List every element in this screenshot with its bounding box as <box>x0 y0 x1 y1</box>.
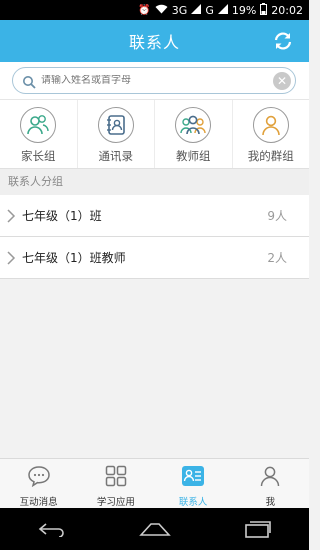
apps-grid-icon <box>105 465 127 491</box>
tab-label: 学习应用 <box>96 497 135 508</box>
person-icon <box>259 465 281 491</box>
parents-group-icon <box>20 107 57 143</box>
list-item[interactable]: 七年级（1）班教师 2人 <box>0 237 309 279</box>
tab-label: 联系人 <box>178 497 208 508</box>
group-name: 七年级（1）班 <box>22 209 102 223</box>
title-bar: 联系人 <box>0 20 309 62</box>
tab-apps[interactable]: 学习应用 <box>77 459 154 508</box>
category-bar: 家长组 通讯录 教师组 我的群组 <box>0 99 309 169</box>
battery-percent: 19% <box>231 3 257 17</box>
clear-icon[interactable]: ✕ <box>273 72 291 90</box>
alarm-icon: ⏰ <box>138 4 151 16</box>
chevron-right-icon <box>6 250 16 266</box>
signal-bars-icon <box>191 3 202 17</box>
bottom-tab-bar: 互动消息 学习应用 联系人 我 <box>0 458 309 508</box>
category-label: 教师组 <box>176 149 211 163</box>
tab-me[interactable]: 我 <box>232 459 309 508</box>
section-header: 联系人分组 <box>0 169 309 195</box>
refresh-icon[interactable] <box>271 29 295 53</box>
signal-g-label: G <box>205 3 214 17</box>
signal-3g-label: 3G <box>171 3 188 17</box>
signal-bars-icon-2 <box>217 3 228 17</box>
wifi-icon <box>155 4 168 17</box>
teachers-group-icon <box>175 107 212 143</box>
back-icon[interactable] <box>32 517 72 541</box>
home-icon[interactable] <box>135 517 175 541</box>
tab-label: 我 <box>265 497 276 508</box>
chevron-right-icon <box>6 208 16 224</box>
system-nav-bar <box>0 508 309 550</box>
category-label: 我的群组 <box>247 149 294 163</box>
page-title: 联系人 <box>128 33 180 52</box>
search-area: ✕ <box>0 62 309 99</box>
tab-messages[interactable]: 互动消息 <box>0 459 77 508</box>
category-label: 通讯录 <box>98 149 134 163</box>
recent-apps-icon[interactable] <box>238 517 278 541</box>
my-group-icon <box>252 107 289 143</box>
group-count: 2人 <box>267 251 287 265</box>
status-bar: ⏰ 3G G 19% 20:02 <box>0 0 309 20</box>
category-label: 家长组 <box>21 149 56 163</box>
category-address-book[interactable]: 通讯录 <box>78 100 155 168</box>
search-input[interactable] <box>41 75 261 86</box>
tab-label: 互动消息 <box>19 497 58 508</box>
search-box[interactable]: ✕ <box>12 67 296 94</box>
contact-card-icon <box>181 465 205 491</box>
clock: 20:02 <box>271 3 303 17</box>
category-teachers[interactable]: 教师组 <box>155 100 233 168</box>
battery-icon <box>260 2 268 18</box>
chat-bubble-icon <box>27 465 51 491</box>
group-list: 七年级（1）班 9人 七年级（1）班教师 2人 <box>0 195 309 279</box>
list-item[interactable]: 七年级（1）班 9人 <box>0 195 309 237</box>
category-my-groups[interactable]: 我的群组 <box>233 100 310 168</box>
tab-contacts[interactable]: 联系人 <box>155 459 232 508</box>
group-name: 七年级（1）班教师 <box>22 251 126 265</box>
group-count: 9人 <box>267 209 287 223</box>
address-book-icon <box>97 107 134 143</box>
category-parents[interactable]: 家长组 <box>0 100 78 168</box>
search-icon <box>22 74 36 89</box>
